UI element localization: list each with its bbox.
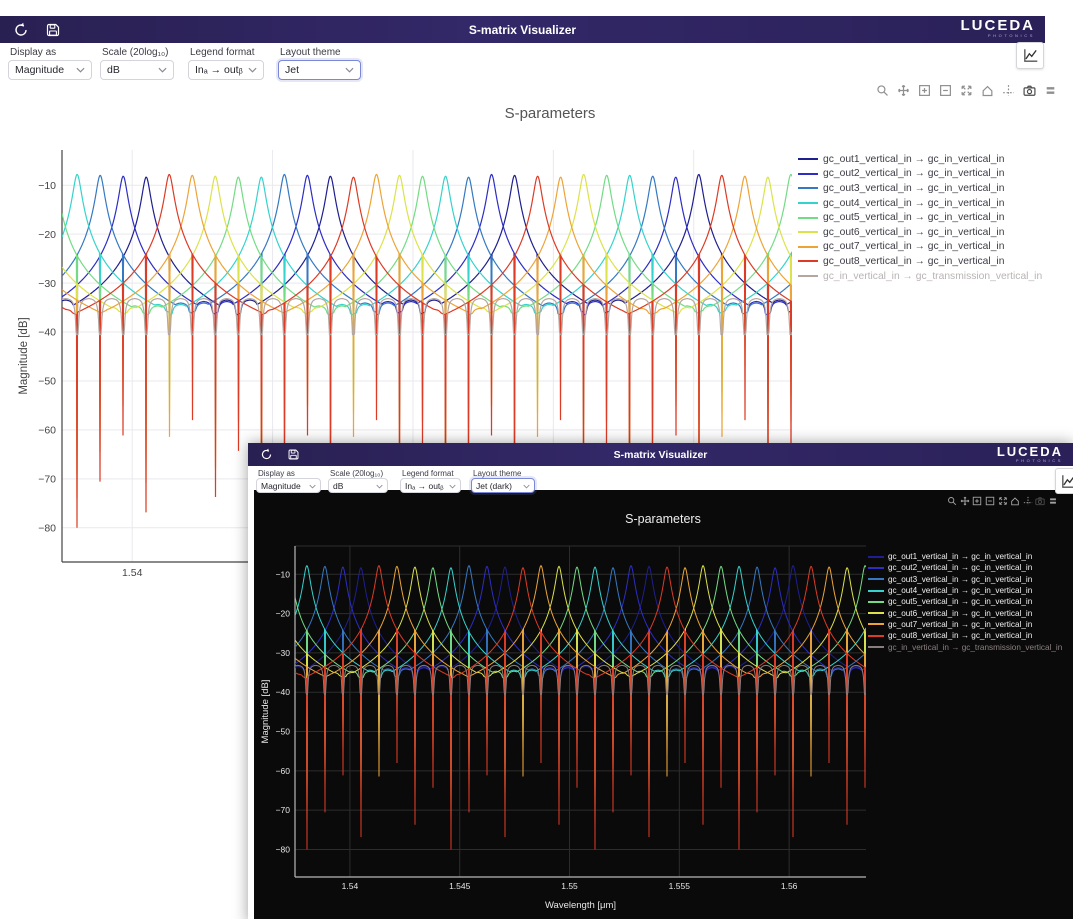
legend-label: gc_out3_vertical_in → gc_in_vertical_in	[888, 575, 1032, 584]
legend-item[interactable]: gc_out5_vertical_in → gc_in_vertical_in	[798, 210, 1045, 225]
legend-label: gc_out2_vertical_in → gc_in_vertical_in	[888, 563, 1032, 572]
legend-item[interactable]: gc_out8_vertical_in → gc_in_vertical_in	[868, 630, 1073, 641]
y-tick-label: −10	[276, 569, 291, 579]
y-tick-label: −20	[276, 609, 291, 619]
series-curve-through	[295, 665, 866, 694]
x-tick-label: 1.56	[781, 881, 798, 891]
x-tick-label: 1.54	[122, 567, 143, 579]
legend-swatch	[868, 635, 884, 637]
y-tick-label: −10	[38, 180, 56, 192]
series-curve-gc_out6	[295, 566, 866, 807]
y-tick-label: −60	[276, 766, 291, 776]
y-tick-label: −30	[276, 648, 291, 658]
legend-label: gc_out4_vertical_in → gc_in_vertical_in	[823, 198, 1004, 209]
y-tick-label: −70	[276, 805, 291, 815]
visualizer-window-dark: S-matrix Visualizer LUCEDA PHOTONICS Dis…	[248, 443, 1073, 919]
legend-swatch	[868, 612, 884, 614]
legend-label: gc_out5_vertical_in → gc_in_vertical_in	[888, 597, 1032, 606]
legend-item[interactable]: gc_out6_vertical_in → gc_in_vertical_in	[868, 607, 1073, 618]
legend-label: gc_in_vertical_in → gc_transmission_vert…	[823, 271, 1042, 282]
legend-item[interactable]: gc_out2_vertical_in → gc_in_vertical_in	[868, 562, 1073, 573]
legend-swatch	[868, 567, 884, 569]
legend-item[interactable]: gc_out7_vertical_in → gc_in_vertical_in	[798, 240, 1045, 255]
legend-swatch	[868, 578, 884, 580]
y-axis-title: Magnitude [dB]	[260, 680, 271, 744]
x-tick-label: 1.55	[561, 881, 578, 891]
legend-label: gc_in_vertical_in → gc_transmission_vert…	[888, 643, 1062, 652]
y-tick-label: −50	[276, 727, 291, 737]
y-tick-label: −80	[38, 522, 56, 534]
legend-label: gc_out3_vertical_in → gc_in_vertical_in	[823, 183, 1004, 194]
x-axis-title: Wavelength [μm]	[545, 900, 616, 911]
legend-item[interactable]: gc_out7_vertical_in → gc_in_vertical_in	[868, 619, 1073, 630]
legend-label: gc_out7_vertical_in → gc_in_vertical_in	[823, 241, 1004, 252]
legend-swatch	[868, 623, 884, 625]
y-tick-label: −40	[276, 687, 291, 697]
series-curve-through	[62, 299, 792, 335]
legend-item[interactable]: gc_out8_vertical_in → gc_in_vertical_in	[798, 254, 1045, 269]
legend-swatch	[868, 556, 884, 558]
legend-swatch	[798, 275, 818, 277]
legend-label: gc_out4_vertical_in → gc_in_vertical_in	[888, 586, 1032, 595]
legend-item[interactable]: gc_out4_vertical_in → gc_in_vertical_in	[868, 585, 1073, 596]
series-curve-gc_out2	[295, 566, 866, 759]
legend-label: gc_out6_vertical_in → gc_in_vertical_in	[888, 609, 1032, 618]
y-tick-label: −40	[38, 327, 56, 339]
legend-label: gc_out1_vertical_in → gc_in_vertical_in	[823, 154, 1004, 165]
legend-swatch	[798, 231, 818, 233]
legend-swatch	[798, 246, 818, 248]
legend-swatch	[868, 646, 884, 648]
y-tick-label: −80	[276, 844, 291, 854]
legend-item[interactable]: gc_out4_vertical_in → gc_in_vertical_in	[798, 196, 1045, 211]
legend-swatch	[798, 187, 818, 189]
series-curve-gc_out8	[295, 566, 866, 850]
legend-label: gc_out2_vertical_in → gc_in_vertical_in	[823, 168, 1004, 179]
x-tick-label: 1.555	[669, 881, 691, 891]
legend-item[interactable]: gc_in_vertical_in → gc_transmission_vert…	[798, 269, 1045, 284]
legend-label: gc_out7_vertical_in → gc_in_vertical_in	[888, 620, 1032, 629]
y-tick-label: −50	[38, 376, 56, 388]
legend-item[interactable]: gc_out3_vertical_in → gc_in_vertical_in	[798, 181, 1045, 196]
y-tick-label: −60	[38, 425, 56, 437]
series-curve-gc_out2	[62, 175, 792, 416]
plot-legend: gc_out1_vertical_in → gc_in_vertical_ing…	[868, 551, 1073, 653]
series-curve-gc_out6	[62, 175, 792, 474]
y-tick-label: −20	[38, 229, 56, 241]
legend-label: gc_out1_vertical_in → gc_in_vertical_in	[888, 552, 1032, 561]
plot-title: S-parameters	[625, 512, 701, 526]
y-axis-title: Magnitude [dB]	[18, 317, 30, 394]
legend-swatch	[868, 601, 884, 603]
legend-label: gc_out5_vertical_in → gc_in_vertical_in	[823, 212, 1004, 223]
y-tick-label: −30	[38, 278, 56, 290]
plot-legend: gc_out1_vertical_in → gc_in_vertical_ing…	[798, 152, 1045, 283]
legend-item[interactable]: gc_in_vertical_in → gc_transmission_vert…	[868, 641, 1073, 652]
x-tick-label: 1.54	[342, 881, 359, 891]
legend-swatch	[798, 217, 818, 219]
x-tick-label: 1.545	[449, 881, 471, 891]
y-tick-label: −70	[38, 473, 56, 485]
plot-title: S-parameters	[505, 105, 596, 122]
legend-label: gc_out6_vertical_in → gc_in_vertical_in	[823, 227, 1004, 238]
legend-item[interactable]: gc_out3_vertical_in → gc_in_vertical_in	[868, 574, 1073, 585]
legend-label: gc_out8_vertical_in → gc_in_vertical_in	[888, 631, 1032, 640]
legend-item[interactable]: gc_out1_vertical_in → gc_in_vertical_in	[868, 551, 1073, 562]
legend-item[interactable]: gc_out6_vertical_in → gc_in_vertical_in	[798, 225, 1045, 240]
legend-swatch	[798, 173, 818, 175]
legend-item[interactable]: gc_out2_vertical_in → gc_in_vertical_in	[798, 167, 1045, 182]
legend-swatch	[798, 202, 818, 204]
legend-swatch	[798, 260, 818, 262]
series-group	[295, 566, 866, 850]
series-curve-gc_out7	[295, 566, 866, 826]
s-parameters-plot[interactable]: −10 −20 −30 −40 −50 −60 −70 −80 1.54 1.545 1.55 1.5…	[248, 443, 1073, 919]
legend-item[interactable]: gc_out5_vertical_in → gc_in_vertical_in	[868, 596, 1073, 607]
legend-item[interactable]: gc_out1_vertical_in → gc_in_vertical_in	[798, 152, 1045, 167]
legend-label: gc_out8_vertical_in → gc_in_vertical_in	[823, 256, 1004, 267]
legend-swatch	[798, 158, 818, 160]
legend-swatch	[868, 590, 884, 592]
